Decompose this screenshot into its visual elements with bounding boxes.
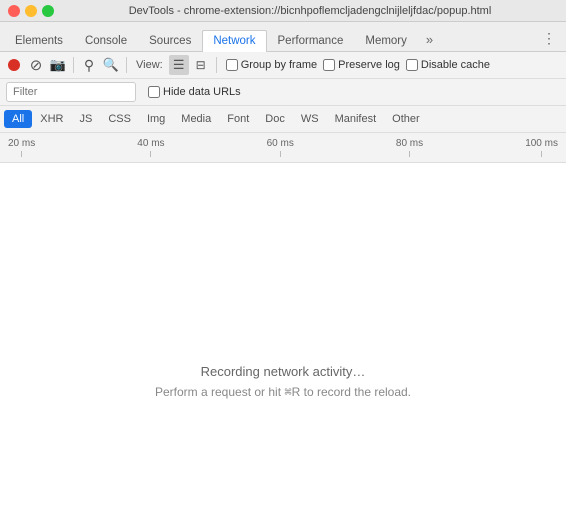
recording-line2-after: to record the reload.	[300, 385, 411, 399]
main-content: Recording network activity… Perform a re…	[0, 163, 566, 520]
record-icon	[8, 59, 20, 71]
capture-screenshot-button[interactable]: 📷	[48, 55, 68, 75]
type-tab-img[interactable]: Img	[139, 110, 173, 128]
timeline-ticks: 20 ms 40 ms 60 ms 80 ms 100 ms	[8, 138, 558, 157]
waterfall-view-icon: ⊟	[196, 58, 206, 72]
list-view-button[interactable]: ☰	[169, 55, 189, 75]
preserve-log-label[interactable]: Preserve log	[323, 59, 400, 71]
tab-performance[interactable]: Performance	[267, 30, 355, 52]
tick-60ms-label: 60 ms	[267, 138, 294, 149]
maximize-button[interactable]	[42, 5, 54, 17]
stop-recording-button[interactable]: ⊘	[26, 55, 46, 75]
hide-data-urls-checkbox[interactable]	[148, 86, 160, 98]
search-button[interactable]: 🔍	[101, 55, 121, 75]
tick-40ms-label: 40 ms	[137, 138, 164, 149]
tick-60ms-line	[280, 151, 281, 157]
stop-icon: ⊘	[30, 56, 43, 74]
more-tabs-button[interactable]: »	[420, 28, 439, 51]
preserve-log-text: Preserve log	[338, 59, 400, 71]
timeline-header: 20 ms 40 ms 60 ms 80 ms 100 ms	[0, 133, 566, 163]
type-tab-media[interactable]: Media	[173, 110, 219, 128]
recording-line2-before: Perform a request or hit	[155, 385, 284, 399]
filter-bar: Hide data URLs	[0, 79, 566, 106]
tick-20ms-line	[21, 151, 22, 157]
tab-network[interactable]: Network	[202, 30, 266, 52]
filter-input[interactable]	[6, 82, 136, 102]
tick-40ms-line	[150, 151, 151, 157]
nav-tabs: Elements Console Sources Network Perform…	[0, 22, 566, 52]
tick-100ms: 100 ms	[525, 138, 558, 157]
type-tab-manifest[interactable]: Manifest	[327, 110, 385, 128]
tick-20ms: 20 ms	[8, 138, 35, 157]
list-view-icon: ☰	[173, 57, 185, 73]
title-bar: DevTools - chrome-extension://bicnhpofle…	[0, 0, 566, 22]
group-by-frame-text: Group by frame	[241, 59, 317, 71]
hide-data-urls-text: Hide data URLs	[163, 86, 241, 98]
disable-cache-label[interactable]: Disable cache	[406, 59, 490, 71]
type-tab-css[interactable]: CSS	[100, 110, 139, 128]
tab-elements[interactable]: Elements	[4, 30, 74, 52]
recording-message: Recording network activity… Perform a re…	[155, 364, 411, 399]
camera-icon: 📷	[50, 57, 66, 73]
view-label: View:	[136, 59, 163, 71]
recording-key: R	[292, 385, 301, 399]
type-tab-all[interactable]: All	[4, 110, 32, 128]
tab-console[interactable]: Console	[74, 30, 138, 52]
toolbar-separator-3	[216, 57, 217, 73]
tab-sources[interactable]: Sources	[138, 30, 202, 52]
preserve-log-checkbox[interactable]	[323, 59, 335, 71]
group-by-frame-checkbox[interactable]	[226, 59, 238, 71]
type-tab-js[interactable]: JS	[71, 110, 100, 128]
minimize-button[interactable]	[25, 5, 37, 17]
tick-80ms-label: 80 ms	[396, 138, 423, 149]
tab-memory[interactable]: Memory	[354, 30, 418, 52]
cmd-symbol: ⌘	[284, 385, 291, 399]
tick-20ms-label: 20 ms	[8, 138, 35, 149]
group-by-frame-label[interactable]: Group by frame	[226, 59, 317, 71]
window-title: DevTools - chrome-extension://bicnhpofle…	[62, 5, 558, 17]
type-tab-doc[interactable]: Doc	[257, 110, 293, 128]
devtools-menu-button[interactable]: ⋮	[536, 26, 562, 51]
window-controls	[8, 5, 54, 17]
toolbar-separator-2	[126, 57, 127, 73]
recording-line2: Perform a request or hit ⌘R to record th…	[155, 385, 411, 399]
tick-100ms-label: 100 ms	[525, 138, 558, 149]
toolbar-separator-1	[73, 57, 74, 73]
waterfall-view-button[interactable]: ⊟	[191, 55, 211, 75]
type-tab-ws[interactable]: WS	[293, 110, 327, 128]
tick-40ms: 40 ms	[137, 138, 164, 157]
toolbar-row1: ⊘ 📷 ⚲ 🔍 View: ☰ ⊟ Group by frame Preserv…	[0, 52, 566, 79]
close-button[interactable]	[8, 5, 20, 17]
tick-100ms-line	[541, 151, 542, 157]
filter-button[interactable]: ⚲	[79, 55, 99, 75]
hide-data-urls-label[interactable]: Hide data URLs	[148, 86, 241, 98]
type-tab-font[interactable]: Font	[219, 110, 257, 128]
type-tab-other[interactable]: Other	[384, 110, 428, 128]
type-filter-tabs: All XHR JS CSS Img Media Font Doc WS Man…	[0, 106, 566, 133]
record-button[interactable]	[4, 55, 24, 75]
filter-icon: ⚲	[84, 57, 94, 74]
tick-60ms: 60 ms	[267, 138, 294, 157]
disable-cache-text: Disable cache	[421, 59, 490, 71]
tick-80ms: 80 ms	[396, 138, 423, 157]
type-tab-xhr[interactable]: XHR	[32, 110, 71, 128]
search-icon: 🔍	[103, 57, 119, 73]
disable-cache-checkbox[interactable]	[406, 59, 418, 71]
recording-line1: Recording network activity…	[155, 364, 411, 379]
tick-80ms-line	[409, 151, 410, 157]
